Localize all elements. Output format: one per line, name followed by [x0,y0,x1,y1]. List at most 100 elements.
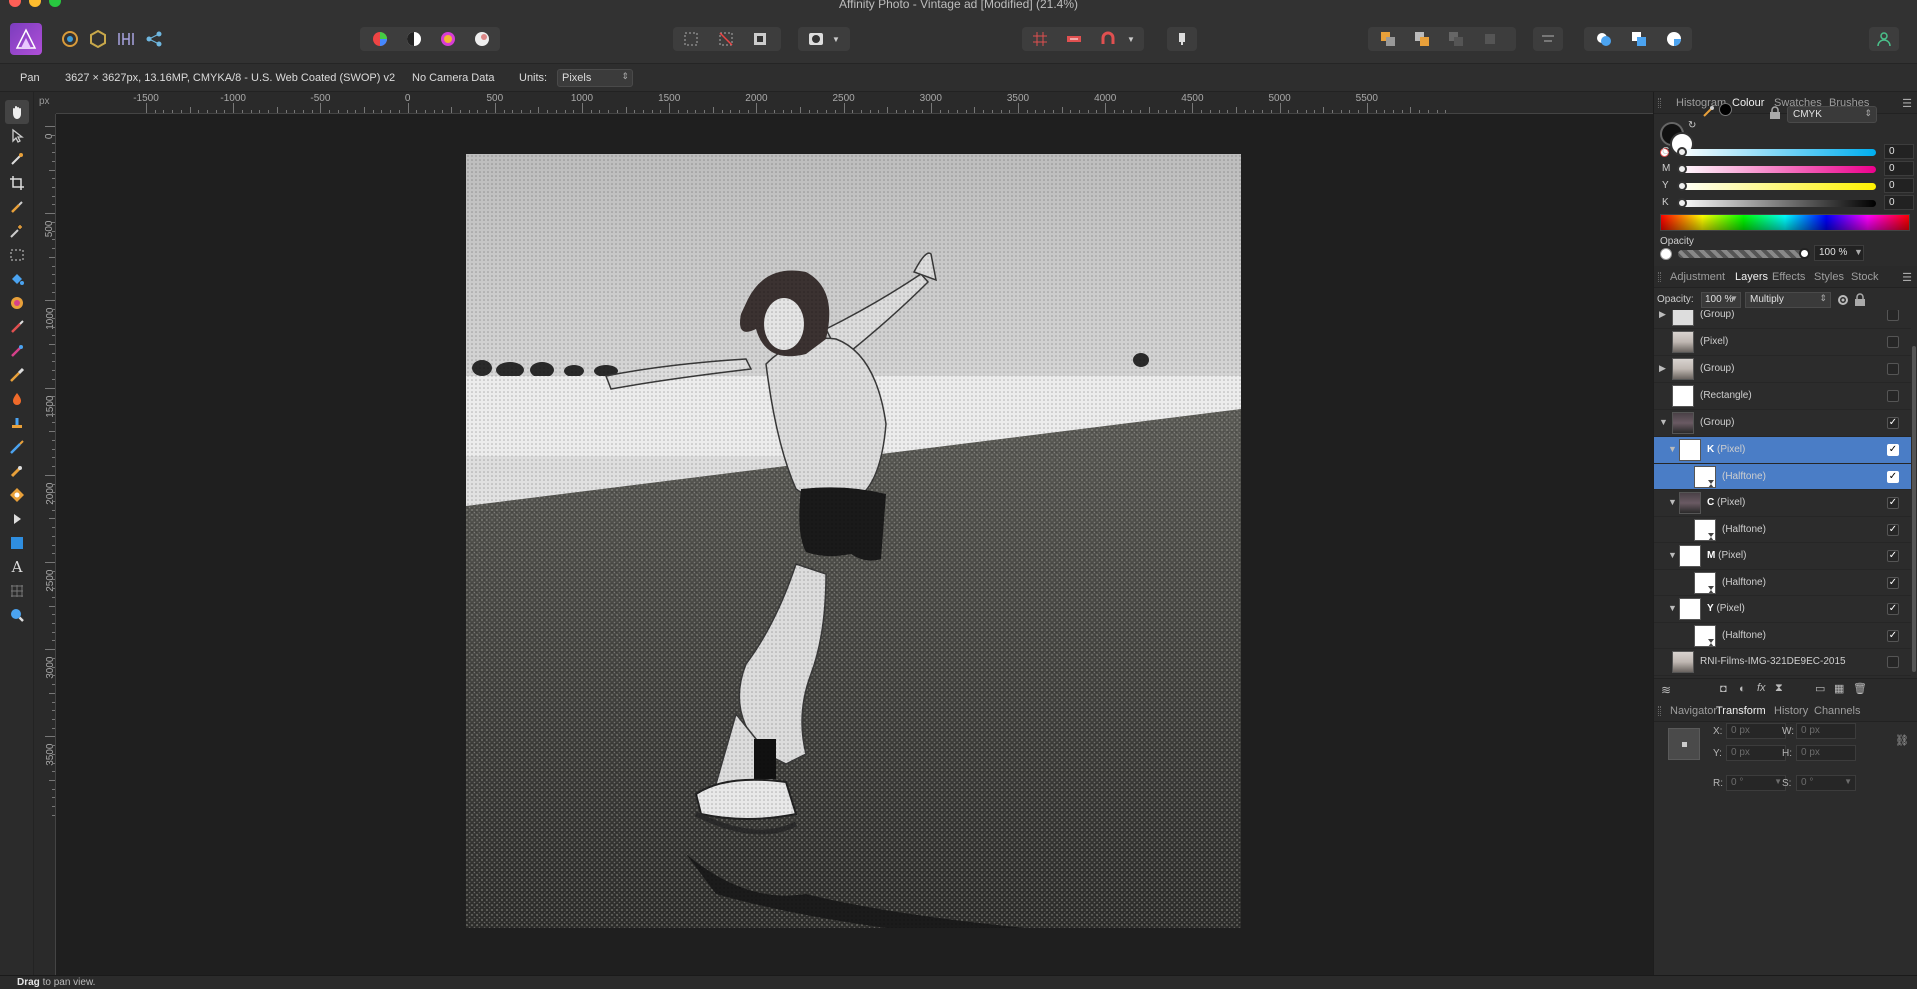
smudge-tool-icon[interactable] [5,459,29,483]
white-balance-icon[interactable] [468,27,496,51]
color-wheel-icon[interactable] [366,27,394,51]
layers-stack-icon[interactable]: ≋ [1661,683,1671,697]
layer-row[interactable]: (Rectangle) [1654,383,1911,410]
export-persona-icon[interactable] [140,27,168,51]
layer-visibility-checkbox[interactable]: ✓ [1887,417,1899,429]
layer-row[interactable]: (Pixel) [1654,329,1911,356]
erase-brush-tool-icon[interactable] [5,363,29,387]
channel-slider-k[interactable]: K0 [1662,195,1914,211]
move-tool-icon[interactable] [5,124,29,148]
canvas[interactable] [56,114,1653,975]
place-image-icon[interactable] [1168,27,1196,51]
snapping-dropdown-icon[interactable]: ▼ [1124,27,1138,51]
contrast-icon[interactable] [400,27,428,51]
layer-row[interactable]: RNI-Films-IMG-321DE9EC-2015 [1654,649,1911,676]
link-aspect-icon[interactable]: ⛓ [1895,734,1909,747]
develop-persona-icon[interactable] [112,27,140,51]
subtract-shape-icon[interactable] [1625,27,1653,51]
snapping-magnet-icon[interactable] [1094,27,1122,51]
layer-row[interactable]: (Halftone) ✓ [1654,517,1911,543]
channel-knob[interactable] [1677,147,1687,157]
quick-mask-icon[interactable] [802,27,830,51]
move-forward-one-icon[interactable] [1442,27,1470,51]
effects-fx-icon[interactable]: fx [1757,682,1766,694]
text-tool-icon[interactable]: A [5,555,29,579]
dodge-tool-icon[interactable] [5,387,29,411]
tab-styles[interactable]: Styles [1814,271,1844,283]
layer-row[interactable]: ▼ (Group) ✓ [1654,410,1911,437]
layer-visibility-checkbox[interactable] [1887,310,1899,321]
opacity-dropdown-icon[interactable]: ▼ [1854,247,1863,257]
hue-icon[interactable] [434,27,462,51]
swap-colors-icon[interactable]: ↻ [1688,120,1696,131]
pen-tool-icon[interactable] [5,507,29,531]
layer-lock-icon[interactable] [1854,293,1866,307]
x-field[interactable]: 0 px [1726,723,1786,739]
layer-visibility-checkbox[interactable] [1887,336,1899,348]
channel-slider-m[interactable]: M0 [1662,161,1914,177]
channel-track[interactable] [1678,183,1876,190]
tab-navigator[interactable]: Navigator [1670,705,1717,717]
channel-track[interactable] [1678,200,1876,207]
shear-field[interactable]: 0 ° ▼ [1796,775,1856,791]
tab-stock[interactable]: Stock [1851,271,1879,283]
channel-value-field[interactable]: 0 [1884,178,1914,193]
move-back-one-icon[interactable] [1408,27,1436,51]
add-pixel-layer-icon[interactable]: ▦ [1834,682,1844,695]
layer-opacity-field[interactable]: 100 % ▼ [1701,292,1741,308]
color-picker-tool-icon[interactable] [5,147,29,171]
healing-brush-tool-icon[interactable] [5,435,29,459]
marquee-select-icon[interactable] [677,27,705,51]
color-model-dropdown[interactable]: CMYK ⇕ [1787,106,1877,123]
add-mask-icon[interactable]: ◘ [1720,683,1727,695]
user-account-icon[interactable] [1870,27,1898,51]
layer-expand-icon[interactable]: ▼ [1659,417,1668,427]
quick-mask-dropdown-icon[interactable]: ▼ [829,27,843,51]
liquify-persona-icon[interactable] [84,27,112,51]
live-filter-icon[interactable]: ⧗ [1775,682,1783,695]
mesh-warp-tool-icon[interactable] [5,579,29,603]
panel-grip-icon[interactable] [1658,98,1661,108]
layer-row[interactable]: (Halftone) ✓ [1654,623,1911,649]
tab-channels[interactable]: Channels [1814,705,1860,717]
layer-expand-icon[interactable]: ▶ [1659,310,1666,320]
clone-stamp-tool-icon[interactable] [5,411,29,435]
channel-value-field[interactable]: 0 [1884,144,1914,159]
layers-scrollbar[interactable] [1912,346,1916,672]
anchor-point-icon[interactable] [1682,742,1687,747]
flood-fill-tool-icon[interactable] [5,267,29,291]
align-icon[interactable] [1534,27,1562,51]
panel-grip-icon[interactable] [1658,272,1661,282]
panel-grip-icon[interactable] [1658,706,1661,716]
layer-expand-icon[interactable]: ▼ [1668,550,1677,560]
view-tool-hand-icon[interactable] [5,100,29,124]
tab-transform[interactable]: Transform [1716,705,1766,717]
anchor-selector[interactable] [1668,728,1700,760]
channel-knob[interactable] [1677,164,1687,174]
rectangle-tool-icon[interactable] [5,531,29,555]
layer-row[interactable]: ▼ C (Pixel) ✓ [1654,490,1911,517]
layer-settings-gear-icon[interactable] [1836,293,1850,307]
layer-expand-icon[interactable]: ▶ [1659,363,1666,374]
layer-row[interactable]: ▶ (Group) [1654,310,1911,329]
layer-visibility-checkbox[interactable]: ✓ [1887,524,1899,536]
layer-visibility-checkbox[interactable]: ✓ [1887,630,1899,642]
invert-selection-icon[interactable] [746,27,774,51]
layer-visibility-checkbox[interactable]: ✓ [1887,497,1899,509]
channel-value-field[interactable]: 0 [1884,161,1914,176]
layer-visibility-checkbox[interactable]: ✓ [1887,471,1899,483]
delete-layer-trash-icon[interactable]: 🗑 [1853,682,1867,695]
tab-effects[interactable]: Effects [1772,271,1805,283]
opacity-slider[interactable] [1678,250,1806,258]
document-artwork[interactable] [466,154,1241,928]
channel-value-field[interactable]: 0 [1884,195,1914,210]
eyedropper-icon[interactable] [1702,104,1716,118]
channel-knob[interactable] [1677,198,1687,208]
photo-persona-icon[interactable] [56,27,84,51]
color-replacement-tool-icon[interactable] [5,339,29,363]
layer-row[interactable]: (Halftone) ✓ [1654,570,1911,596]
y-field[interactable]: 0 px [1726,745,1786,761]
channel-track[interactable] [1678,166,1876,173]
move-to-back-icon[interactable] [1374,27,1402,51]
channel-slider-y[interactable]: Y0 [1662,178,1914,194]
